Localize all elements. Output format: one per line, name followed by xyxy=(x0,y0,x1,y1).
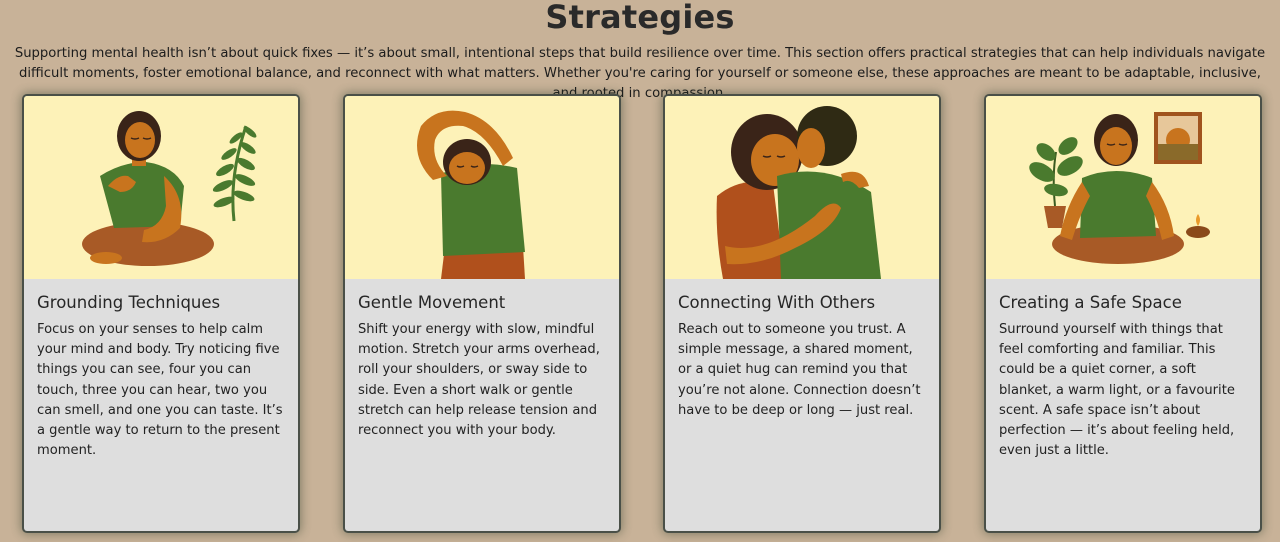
card-title: Connecting With Others xyxy=(678,293,876,312)
strategies-section: Strategies Supporting mental health isn’… xyxy=(0,0,1280,542)
card-title: Gentle Movement xyxy=(358,293,506,312)
card-title: Grounding Techniques xyxy=(37,293,221,312)
card-connecting-with-others: Connecting With Others Reach out to some… xyxy=(665,96,939,531)
strategy-cards: Grounding Techniques Focus on your sense… xyxy=(0,96,1280,536)
card-body: Reach out to someone you trust. A simple… xyxy=(678,322,921,418)
card-body: Focus on your senses to help calm your m… xyxy=(37,322,283,459)
movement-illustration xyxy=(345,96,619,279)
card-creating-a-safe-space: Creating a Safe Space Surround yourself … xyxy=(986,96,1260,531)
card-title: Creating a Safe Space xyxy=(999,293,1182,312)
card-gentle-movement: Gentle Movement Shift your energy with s… xyxy=(345,96,619,531)
section-intro: Supporting mental health isn’t about qui… xyxy=(14,46,1266,101)
safe-space-illustration xyxy=(986,96,1260,279)
connecting-illustration xyxy=(665,96,939,279)
card-body: Shift your energy with slow, mindful mot… xyxy=(358,322,600,439)
grounding-illustration xyxy=(24,96,298,279)
section-title: Strategies xyxy=(545,0,735,36)
card-grounding-techniques: Grounding Techniques Focus on your sense… xyxy=(24,96,298,531)
card-body: Surround yourself with things that feel … xyxy=(999,322,1235,459)
